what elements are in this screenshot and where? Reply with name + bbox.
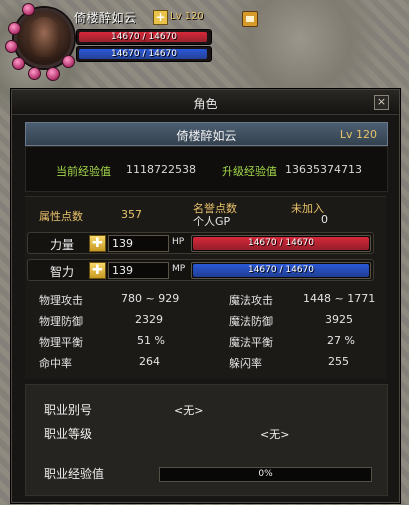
- buff-orb-icon[interactable]: [12, 57, 25, 70]
- job-exp-label: 职业经验值: [44, 467, 105, 481]
- buff-orb-icon[interactable]: [62, 55, 75, 68]
- mp-unit-label: MP: [172, 264, 186, 274]
- mp-bar-text: 14670 / 14670: [247, 265, 314, 275]
- intellect-value: 139: [108, 262, 169, 279]
- stat-label: 躲闪率: [229, 357, 262, 370]
- character-name-bar: 倚楼醉如云 Lv 120: [25, 122, 388, 146]
- character-level: Lv 120: [339, 128, 377, 141]
- stat-label: 魔法平衡: [229, 336, 273, 349]
- current-exp-label: 当前经验值: [56, 165, 111, 178]
- portrait-face: [27, 17, 61, 57]
- buff-orb-icon[interactable]: [46, 67, 60, 81]
- plus-icon[interactable]: +: [153, 10, 168, 25]
- add-strength-button[interactable]: ✚: [89, 235, 106, 252]
- buff-orb-icon[interactable]: [5, 40, 18, 53]
- job-exp-text: 0%: [258, 469, 273, 479]
- job-info-area: 职业别号 <无> 职业等级 <无> 职业经验值 0%: [25, 384, 388, 496]
- strength-label: 力量: [50, 238, 75, 252]
- personal-gp-value: 0: [321, 213, 328, 226]
- hud-mp-text: 14670 / 14670: [110, 49, 177, 59]
- strength-value: 139: [108, 235, 169, 252]
- player-hud: 倚楼醉如云 + Lv 120 14670 / 14670 14670 / 146…: [0, 0, 409, 90]
- intellect-row: 智力 ✚ 139 MP 14670 / 14670: [27, 259, 374, 281]
- job-alias-label: 职业别号: [44, 403, 93, 417]
- hud-mp-bar: 14670 / 14670: [76, 46, 212, 62]
- mp-bar: 14670 / 14670: [191, 262, 371, 279]
- experience-box: 当前经验值 1118722538 升级经验值 13635374713: [25, 146, 388, 192]
- stat-label: 物理平衡: [39, 336, 83, 349]
- stat-value: 255: [328, 355, 349, 368]
- stat-label: 命中率: [39, 357, 72, 370]
- current-exp-value: 1118722538: [126, 163, 196, 176]
- panel-title-bar[interactable]: 角色 ×: [12, 90, 399, 115]
- close-button[interactable]: ×: [374, 95, 389, 110]
- hp-bar: 14670 / 14670: [191, 235, 371, 252]
- character-name: 倚楼醉如云: [176, 129, 237, 143]
- panel-title: 角色: [193, 97, 218, 111]
- intellect-label: 智力: [50, 265, 75, 279]
- buff-orb-icon[interactable]: [8, 22, 21, 35]
- stat-label: 魔法攻击: [229, 294, 273, 307]
- honor-points-value: 未加入: [291, 202, 324, 215]
- stat-value: 27 %: [327, 334, 355, 347]
- attribute-area: 属性点数 357 名誉点数 未加入 个人GP 0 力量 ✚ 139 HP 146…: [25, 196, 386, 379]
- personal-gp-label: 个人GP: [193, 215, 231, 228]
- buff-orb-icon[interactable]: [22, 3, 35, 16]
- stat-value: 3925: [325, 313, 353, 326]
- stat-label: 魔法防御: [229, 315, 273, 328]
- stat-label: 物理防御: [39, 315, 83, 328]
- next-exp-label: 升级经验值: [222, 165, 277, 178]
- job-alias-value: <无>: [174, 404, 204, 417]
- hp-bar-text: 14670 / 14670: [247, 238, 314, 248]
- attribute-points-value: 357: [121, 208, 142, 221]
- job-level-value: <无>: [260, 428, 290, 441]
- stat-label: 物理攻击: [39, 294, 83, 307]
- attribute-points-label: 属性点数: [39, 210, 83, 223]
- buff-orb-icon[interactable]: [28, 67, 41, 80]
- stat-value: 2329: [135, 313, 163, 326]
- add-intellect-button[interactable]: ✚: [89, 262, 106, 279]
- strength-row: 力量 ✚ 139 HP 14670 / 14670: [27, 232, 374, 254]
- character-panel: 角色 × 倚楼醉如云 Lv 120 当前经验值 1118722538 升级经验值…: [11, 89, 400, 503]
- job-exp-bar: 0%: [159, 467, 372, 482]
- stat-value: 780 ~ 929: [121, 292, 180, 305]
- hud-hp-bar: 14670 / 14670: [76, 29, 212, 45]
- hud-player-name: 倚楼醉如云: [74, 11, 137, 25]
- stat-value: 264: [139, 355, 160, 368]
- next-exp-value: 13635374713: [285, 163, 362, 176]
- bag-icon[interactable]: [242, 11, 258, 27]
- hud-level: Lv 120: [170, 11, 204, 22]
- hp-unit-label: HP: [172, 237, 185, 247]
- hud-hp-text: 14670 / 14670: [110, 32, 177, 42]
- stat-value: 51 %: [137, 334, 165, 347]
- stat-value: 1448 ~ 1771: [303, 292, 376, 305]
- job-level-label: 职业等级: [44, 427, 93, 441]
